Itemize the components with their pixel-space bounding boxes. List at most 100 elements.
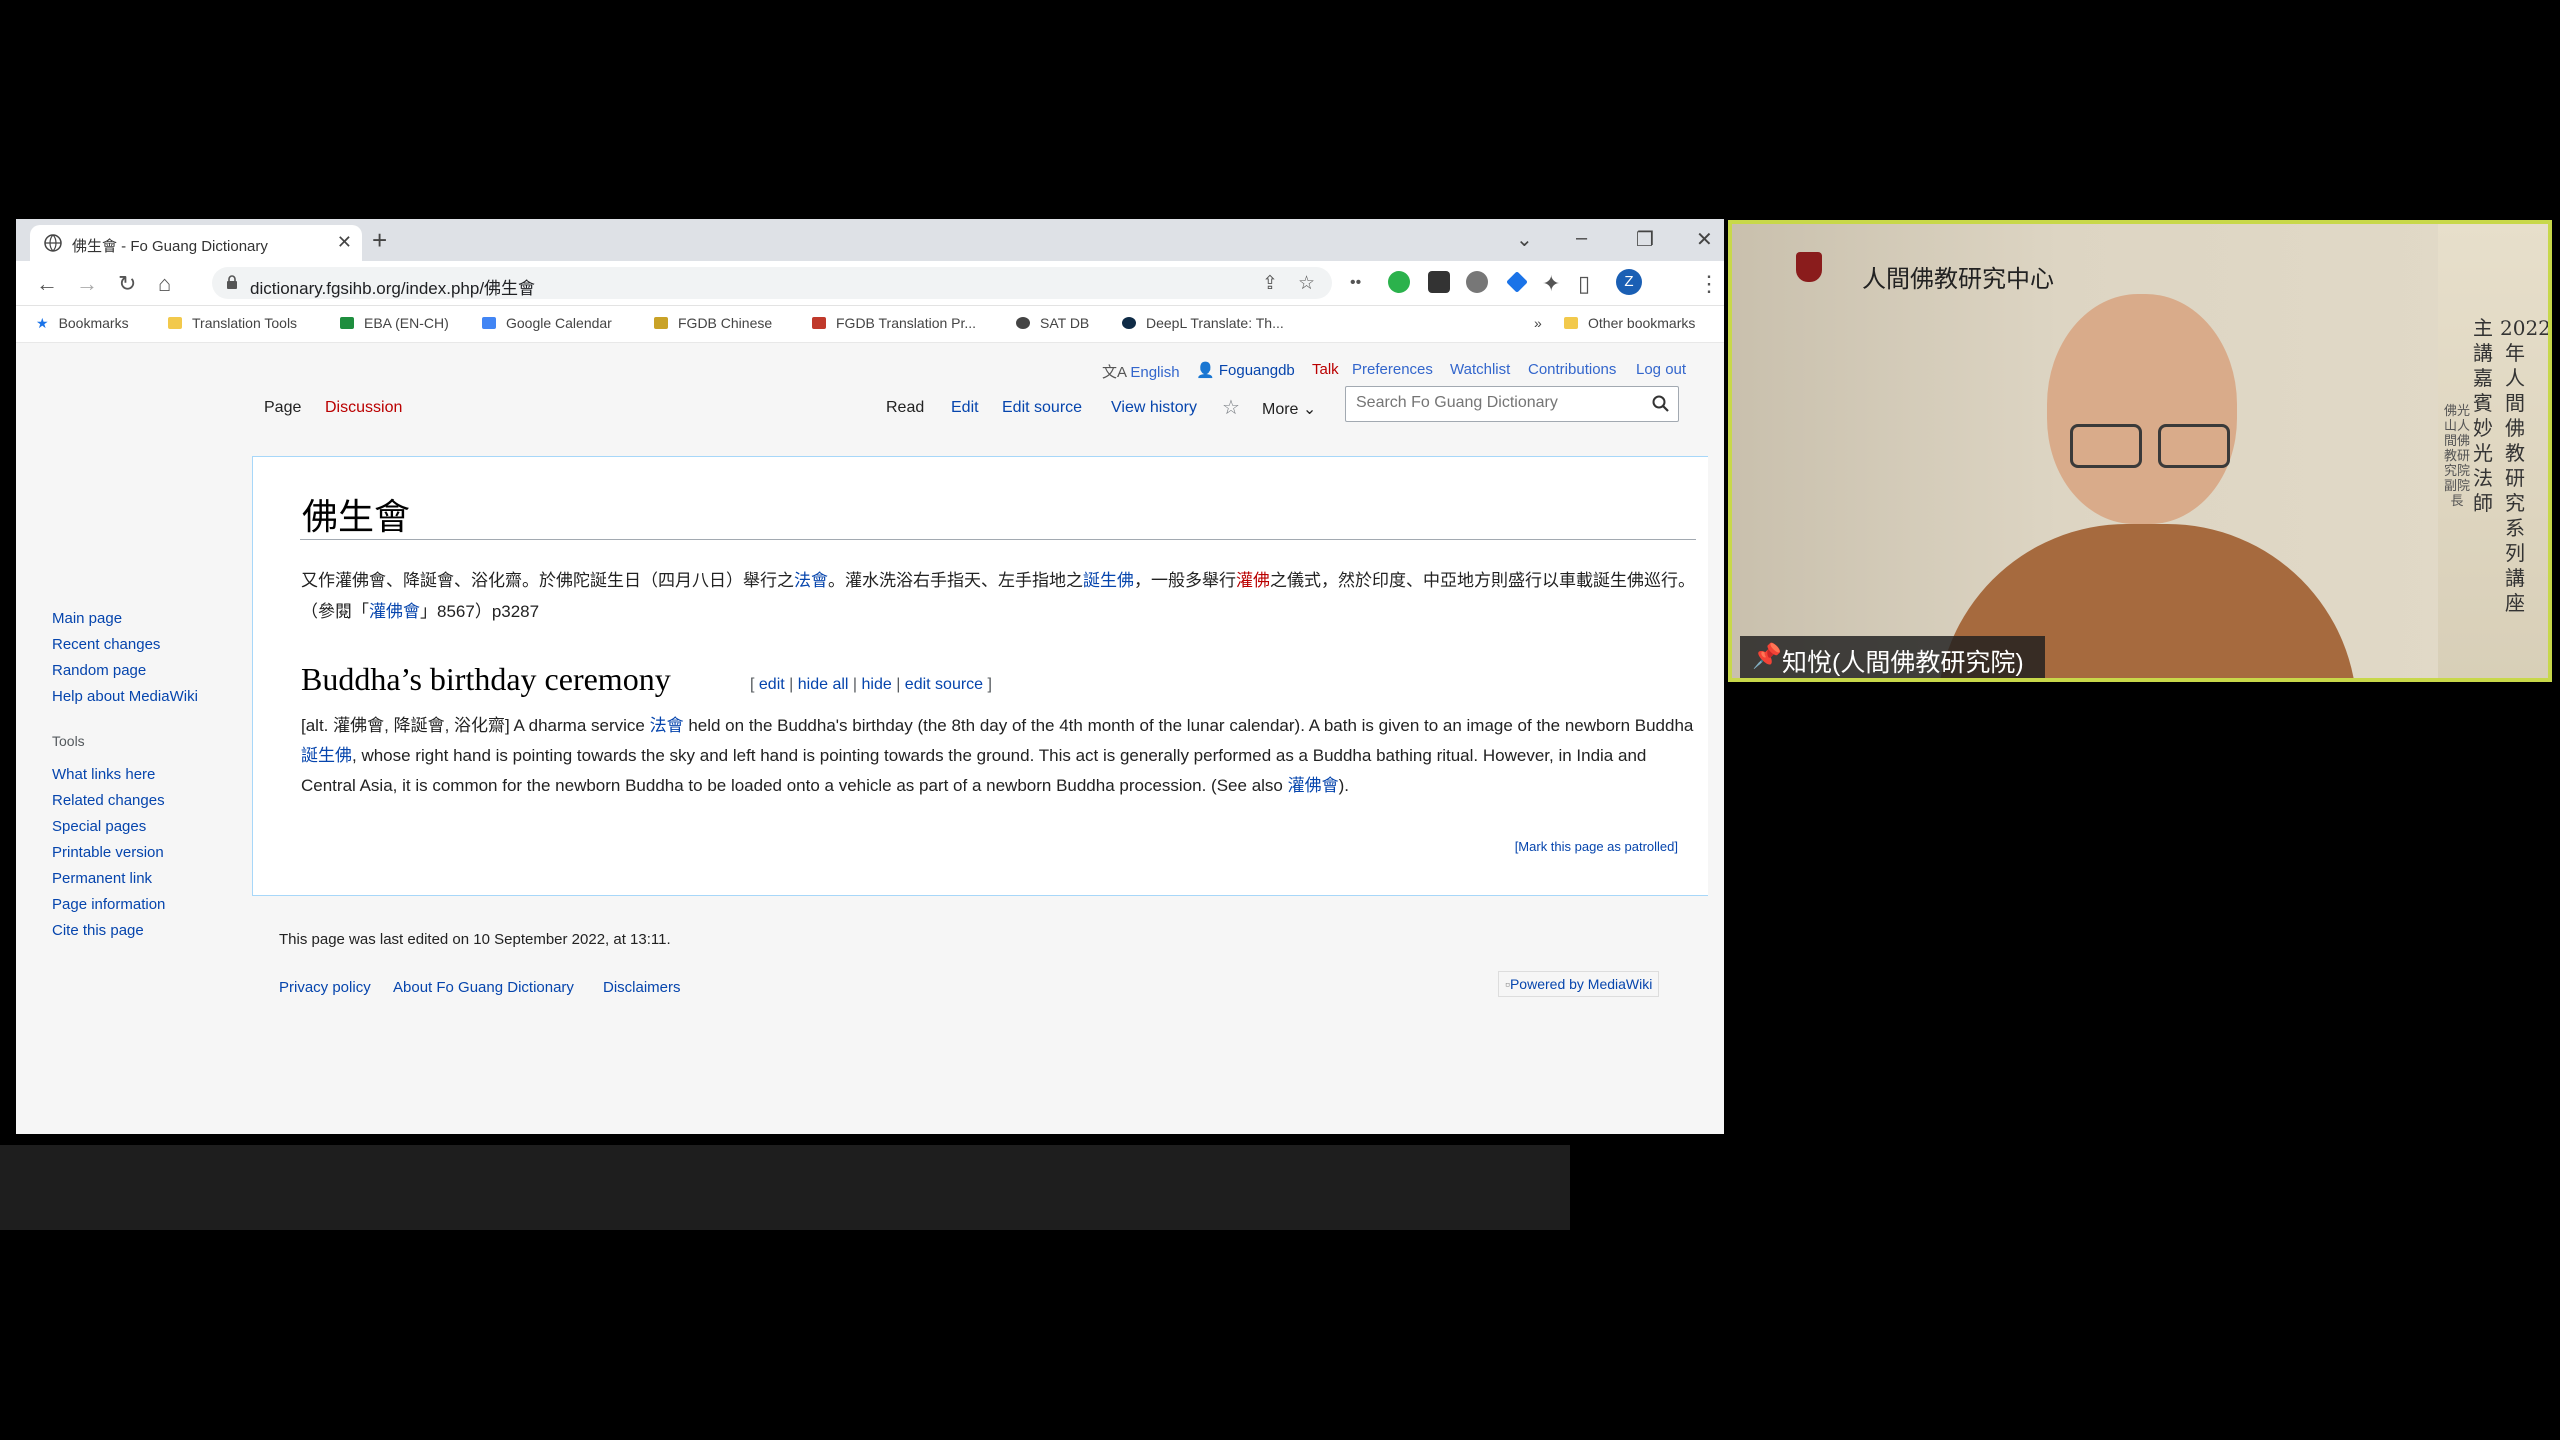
section-edit-link[interactable]: edit (759, 676, 785, 693)
link-fahui[interactable]: 法會 (794, 571, 828, 590)
bookmark-item-translation-tools[interactable]: Translation Tools (168, 315, 297, 331)
contributions-link[interactable]: Contributions (1528, 361, 1616, 378)
search-icon[interactable] (1652, 395, 1670, 413)
tab-view-history[interactable]: View history (1111, 399, 1197, 417)
bookmark-item-eba[interactable]: EBA (EN-CH) (340, 315, 449, 331)
profile-avatar[interactable]: Z (1616, 269, 1642, 295)
section-edit-links: [ edit | hide all | hide | edit source ] (750, 676, 992, 693)
translate-icon: 文A (1102, 364, 1131, 381)
bookmark-item-other[interactable]: Other bookmarks (1564, 315, 1695, 331)
logout-link[interactable]: Log out (1636, 361, 1686, 378)
calendar-icon (482, 317, 496, 329)
tab-edit[interactable]: Edit (951, 399, 979, 417)
speaker-video-tile: 人間佛教研究中心 2022年人間佛教研究系列講座 主講嘉賓 妙光法師 佛光山人間佛… (1728, 220, 2552, 682)
glasses-left (2070, 424, 2142, 468)
more-menu[interactable]: More ⌄ (1262, 399, 1316, 419)
link-dansheng-fo[interactable]: 誕生佛 (1083, 571, 1134, 590)
search-input[interactable] (1354, 393, 1638, 413)
background-bar (0, 1145, 1570, 1230)
url-text: dictionary.fgsihb.org/index.php/佛生會 (250, 279, 536, 298)
new-tab-icon[interactable]: + (372, 225, 387, 256)
watchlist-link[interactable]: Watchlist (1450, 361, 1510, 378)
side-panel-icon[interactable]: ▯ (1578, 271, 1590, 297)
tab-search-icon[interactable]: ⌄ (1516, 227, 1533, 252)
bookmark-item-deepl[interactable]: DeepL Translate: Th... (1122, 315, 1284, 331)
sidebar-item-related-changes[interactable]: Related changes (52, 792, 165, 809)
folder-icon (1564, 317, 1578, 329)
close-tab-icon[interactable]: ✕ (337, 232, 352, 253)
title-divider (300, 539, 1696, 540)
lock-icon (227, 275, 237, 289)
browser-tab[interactable]: 佛生會 - Fo Guang Dictionary ✕ (30, 225, 362, 261)
sidebar-item-special-pages[interactable]: Special pages (52, 818, 146, 835)
minimize-icon[interactable]: – (1576, 227, 1587, 250)
bookmark-item-sat-db[interactable]: SAT DB (1016, 315, 1089, 331)
bookmarks-overflow-icon[interactable]: » (1534, 315, 1542, 331)
search-box[interactable] (1345, 386, 1679, 422)
menu-kebab-icon[interactable]: ⋮ (1698, 271, 1720, 297)
tab-page[interactable]: Page (264, 399, 301, 417)
sidebar-item-what-links-here[interactable]: What links here (52, 766, 155, 783)
footer-about-link[interactable]: About Fo Guang Dictionary (393, 979, 574, 996)
footer-privacy-link[interactable]: Privacy policy (279, 979, 371, 996)
forward-icon[interactable]: → (76, 271, 98, 297)
banner-series-title: 2022年人間佛教研究系列講座 (2500, 316, 2551, 615)
translate-extension-icon[interactable]: •• (1350, 274, 1361, 292)
extensions-puzzle-icon[interactable]: ✦ (1542, 271, 1560, 297)
back-icon[interactable]: ← (36, 271, 58, 297)
section-hide-all-link[interactable]: hide all (798, 676, 849, 693)
powered-by-mediawiki-badge[interactable]: ▫Powered by MediaWiki (1498, 971, 1660, 997)
footer-disclaimers-link[interactable]: Disclaimers (603, 979, 681, 996)
sidebar-item-recent-changes[interactable]: Recent changes (52, 636, 160, 653)
sidebar-item-printable-version[interactable]: Printable version (52, 844, 164, 861)
tab-discussion[interactable]: Discussion (325, 399, 402, 417)
restore-icon[interactable]: ❐ (1636, 227, 1654, 252)
wikipedia-globe-icon (44, 234, 62, 252)
bookmark-item-fgdb-chinese[interactable]: FGDB Chinese (654, 315, 772, 331)
globe-icon (1016, 317, 1030, 329)
browser-toolbar: ← → ↻ ⌂ dictionary.fgsihb.org/index.php/… (16, 261, 1724, 306)
glasses-right (2158, 424, 2230, 468)
link-fahui-en[interactable]: 法會 (650, 716, 684, 735)
language-link[interactable]: 文A English (1102, 361, 1180, 382)
bookmark-star-icon[interactable]: ☆ (1298, 272, 1315, 295)
link-guanfo-hui[interactable]: 灌佛會 (369, 602, 420, 621)
speaker-name: 知悅(人間佛教研究院) (1782, 649, 2024, 677)
section-hide-link[interactable]: hide (862, 676, 892, 693)
sidebar-item-random-page[interactable]: Random page (52, 662, 146, 679)
sidebar-item-help[interactable]: Help about MediaWiki (52, 688, 198, 705)
address-bar[interactable]: dictionary.fgsihb.org/index.php/佛生會 ⇪ ☆ (212, 267, 1332, 299)
link-dansheng-fo-en[interactable]: 誕生佛 (301, 746, 352, 765)
close-window-icon[interactable]: ✕ (1696, 227, 1713, 252)
star-icon: ★ (36, 315, 49, 331)
blue-extension-icon[interactable] (1506, 271, 1528, 293)
tab-edit-source[interactable]: Edit source (1002, 399, 1082, 417)
section-edit-source-link[interactable]: edit source (905, 676, 983, 693)
gray-extension-icon[interactable] (1466, 271, 1488, 293)
user-link[interactable]: 👤 Foguangdb (1196, 361, 1295, 379)
bookmark-item-bookmarks[interactable]: ★ Bookmarks (36, 315, 129, 332)
preferences-link[interactable]: Preferences (1352, 361, 1433, 378)
sidebar-item-main-page[interactable]: Main page (52, 610, 122, 627)
watch-star-icon[interactable]: ☆ (1222, 395, 1240, 420)
link-guanfo-hui-en[interactable]: 灌佛會 (1288, 776, 1339, 795)
tab-title: 佛生會 - Fo Guang Dictionary (72, 238, 268, 255)
bookmark-item-fgdb-translation[interactable]: FGDB Translation Pr... (812, 315, 976, 331)
sidebar-item-permanent-link[interactable]: Permanent link (52, 870, 152, 887)
green-extension-icon[interactable] (1388, 271, 1410, 293)
bookmark-item-google-calendar[interactable]: Google Calendar (482, 315, 612, 331)
university-crest-icon (1796, 252, 1822, 282)
talk-link[interactable]: Talk (1312, 361, 1339, 378)
chinese-definition: 又作灌佛會、降誕會、浴化齋。於佛陀誕生日（四月八日）舉行之法會。灌水洗浴右手指天… (301, 571, 1695, 621)
mark-patrolled-link[interactable]: [Mark this page as patrolled] (1515, 839, 1678, 854)
pin-icon[interactable]: 📌 (1752, 642, 1782, 671)
reload-icon[interactable]: ↻ (118, 271, 136, 297)
sidebar-item-page-information[interactable]: Page information (52, 896, 165, 913)
tab-read[interactable]: Read (886, 399, 924, 417)
dark-extension-icon[interactable] (1428, 271, 1450, 293)
sidebar-item-cite-this-page[interactable]: Cite this page (52, 922, 144, 939)
home-icon[interactable]: ⌂ (158, 271, 171, 297)
link-guanfo[interactable]: 灌佛 (1236, 571, 1270, 590)
share-icon[interactable]: ⇪ (1262, 272, 1278, 295)
wiki-page: 文A English 👤 Foguangdb Talk Preferences … (16, 343, 1724, 1134)
